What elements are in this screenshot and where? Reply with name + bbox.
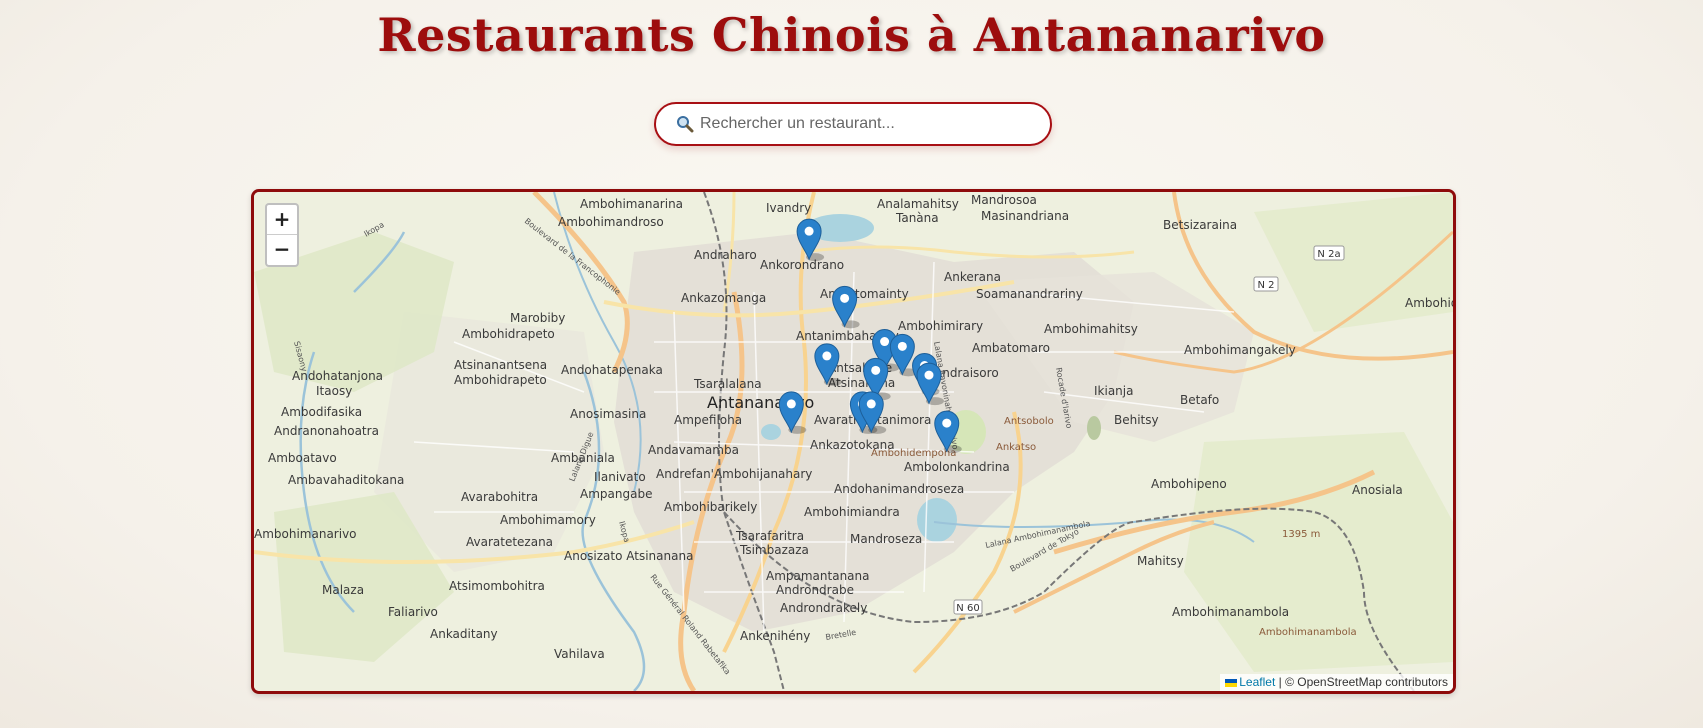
label-place: Ambohimangakely bbox=[1184, 343, 1296, 357]
label-place: Soamanandrariny bbox=[976, 287, 1083, 301]
label-place: Androndrabe bbox=[776, 583, 854, 597]
label-place: Betafo bbox=[1180, 393, 1219, 407]
label-place: Ambohidrapeto bbox=[462, 327, 555, 341]
label-place: Ankatso bbox=[996, 442, 1036, 453]
label-place: Ankorondrano bbox=[760, 258, 844, 272]
label-place: Andrefan'Ambohijanahary bbox=[656, 467, 812, 481]
label-place: Ambohimandroso bbox=[558, 215, 664, 229]
label-place: Masinandriana bbox=[981, 209, 1069, 223]
label-place: Ampamantanana bbox=[766, 569, 870, 583]
label-place: Marobiby bbox=[510, 311, 565, 325]
label-place: Ikianja bbox=[1094, 384, 1133, 398]
label-place: Ambohimiandra bbox=[804, 505, 900, 519]
label-place: Ambohimanarina bbox=[580, 197, 683, 211]
label-place: Tsimbazaza bbox=[739, 543, 809, 557]
label-place: Andranonahoatra bbox=[274, 424, 379, 438]
zoom-in-button[interactable]: + bbox=[267, 205, 297, 235]
label-place: Ambohipeno bbox=[1151, 477, 1227, 491]
shield-n2a: N 2a bbox=[1317, 249, 1340, 260]
label-place: Ankenihény bbox=[740, 629, 810, 643]
label-place: Andohatapenaka bbox=[561, 363, 663, 377]
label-place: Ampangabe bbox=[580, 487, 652, 501]
label-place: Ambohimamory bbox=[500, 513, 596, 527]
zoom-out-button[interactable]: − bbox=[267, 235, 297, 265]
label-elevation: 1395 m bbox=[1282, 529, 1320, 540]
label-place: Antsobolo bbox=[1004, 416, 1054, 427]
label-place: Ankerana bbox=[944, 270, 1001, 284]
label-place: Andavamamba bbox=[648, 443, 739, 457]
leaflet-link[interactable]: Leaflet bbox=[1239, 675, 1275, 689]
label-place: Amboatavo bbox=[268, 451, 337, 465]
label-place: Mahitsy bbox=[1137, 554, 1184, 568]
label-place: Ambatomaro bbox=[972, 341, 1050, 355]
label-place: Ambodifasika bbox=[281, 405, 362, 419]
label-place: Ambohimanambola bbox=[1172, 605, 1289, 619]
search-input[interactable] bbox=[698, 114, 1032, 134]
label-place: Ankazomanga bbox=[681, 291, 766, 305]
label-place: Ambohidrapeto bbox=[454, 373, 547, 387]
label-place: Betsizaraina bbox=[1163, 218, 1237, 232]
label-place: Ambohimanarivo bbox=[254, 527, 357, 541]
label-place: Atsinanantsena bbox=[454, 358, 547, 372]
label-place: Andraharo bbox=[694, 248, 757, 262]
label-place: Ambohimahitsy bbox=[1044, 322, 1138, 336]
label-place: Anosiala bbox=[1352, 483, 1403, 497]
page-title: Restaurants Chinois à Antananarivo bbox=[377, 8, 1326, 62]
search-icon bbox=[677, 116, 694, 133]
map-attribution: Leaflet | © OpenStreetMap contributors bbox=[1220, 674, 1453, 691]
label-place: Analamahitsy bbox=[877, 197, 959, 211]
label-place: Ambohidempona bbox=[871, 448, 956, 459]
shield-n2: N 2 bbox=[1257, 280, 1274, 291]
label-place: Avarabohitra bbox=[461, 490, 538, 504]
label-place: Andohatanjona bbox=[292, 369, 383, 383]
label-place: Tsarafaritra bbox=[735, 529, 804, 543]
label-place: Vahilava bbox=[554, 647, 605, 661]
label-place: Atsimombohitra bbox=[449, 579, 545, 593]
map-tiles[interactable]: N 2a N 2 N 60 Ambohimanarina Ambohimandr… bbox=[254, 192, 1453, 691]
label-place: Tanàna bbox=[895, 211, 939, 225]
label-place: Behitsy bbox=[1114, 413, 1159, 427]
label-place: Ambohimirary bbox=[898, 319, 983, 333]
ukraine-flag-icon bbox=[1225, 678, 1238, 687]
label-place: Ambohimanambola bbox=[1259, 627, 1357, 638]
label-place: Ivandry bbox=[766, 201, 811, 215]
map-container[interactable]: N 2a N 2 N 60 Ambohimanarina Ambohimandr… bbox=[251, 189, 1456, 694]
label-place: Ambohibarikely bbox=[664, 500, 757, 514]
label-place: Andohanimandroseza bbox=[834, 482, 964, 496]
label-place: Ambavahaditokana bbox=[288, 473, 404, 487]
label-place: Mandrosoa bbox=[971, 193, 1037, 207]
label-place: Ambohidahy bbox=[1405, 296, 1453, 310]
zoom-control: + − bbox=[265, 203, 299, 267]
label-place: Itaosy bbox=[316, 384, 352, 398]
label-place: Malaza bbox=[322, 583, 364, 597]
search-box[interactable] bbox=[654, 102, 1052, 146]
label-place: Ilanivato bbox=[594, 470, 646, 484]
label-place: Tsaralalana bbox=[693, 377, 762, 391]
label-place: Ampefiloha bbox=[674, 413, 742, 427]
label-place: Ambolonkandrina bbox=[904, 460, 1010, 474]
attribution-text: | © OpenStreetMap contributors bbox=[1278, 675, 1448, 689]
label-place: Androndrakely bbox=[780, 601, 867, 615]
label-place: Mandroseza bbox=[850, 532, 922, 546]
label-place: Avaratetezana bbox=[466, 535, 553, 549]
label-place: Anosimasina bbox=[570, 407, 646, 421]
label-place: Anosizato Atsinanana bbox=[564, 549, 693, 563]
label-place: Faliarivo bbox=[388, 605, 438, 619]
shield-n60: N 60 bbox=[956, 603, 979, 614]
label-place: Ankaditany bbox=[430, 627, 498, 641]
